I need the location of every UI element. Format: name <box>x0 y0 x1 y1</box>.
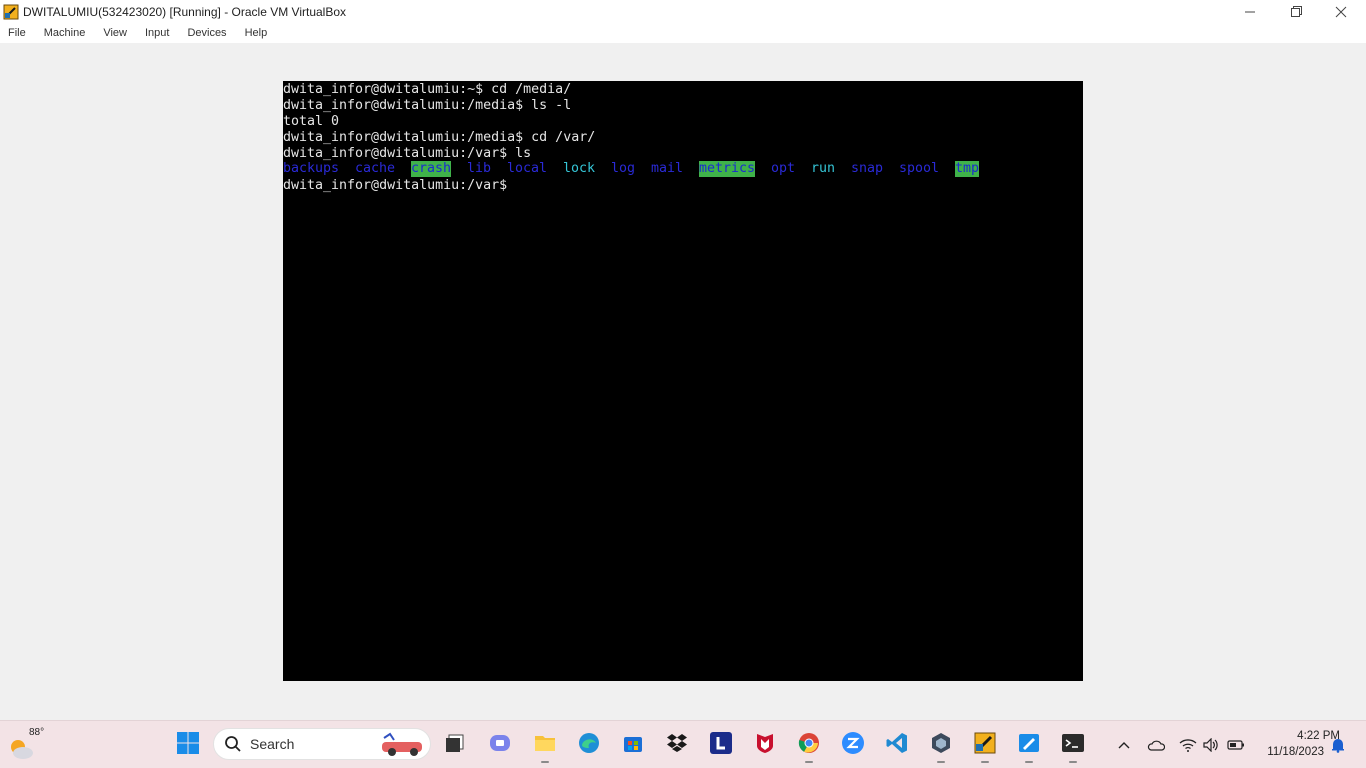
terminal-prompt: dwita_infor@dwitalumiu:/var$ <box>283 178 508 193</box>
ls-entry-mail: mail <box>651 161 684 176</box>
ls-entry-lock: lock <box>563 161 596 176</box>
menu-machine[interactable]: Machine <box>39 23 91 43</box>
menu-file[interactable]: File <box>3 23 31 43</box>
windows-start-icon[interactable] <box>174 729 202 757</box>
teams-chat-icon[interactable] <box>486 729 514 757</box>
dropbox-icon[interactable] <box>663 729 691 757</box>
l-app-icon[interactable] <box>707 729 735 757</box>
taskbar-search-box[interactable]: Search <box>213 728 431 760</box>
vm-display-area: dwita_infor@dwitalumiu:~$ cd /media/ dwi… <box>0 43 1366 719</box>
title-bar: DWITALUMIU(532423020) [Running] - Oracle… <box>0 0 1366 23</box>
ls-entry-local: local <box>507 161 548 176</box>
running-indicator <box>805 761 813 763</box>
virtualbox-vm-icon[interactable] <box>971 729 999 763</box>
vscode-icon[interactable] <box>883 729 911 757</box>
microsoft-store-icon[interactable] <box>619 729 647 757</box>
terminal-line: dwita_infor@dwitalumiu:/var$ ls <box>283 146 532 161</box>
menu-bar: File Machine View Input Devices Help <box>0 23 1366 43</box>
ls-entry-tmp: tmp <box>955 161 980 177</box>
ls-entry-backups: backups <box>283 161 340 176</box>
ls-entry-metrics: metrics <box>699 161 756 177</box>
mcafee-icon[interactable] <box>751 729 779 757</box>
menu-help[interactable]: Help <box>240 23 273 43</box>
notification-bell-icon[interactable] <box>1328 735 1348 755</box>
menu-devices[interactable]: Devices <box>182 23 231 43</box>
ls-entry-opt: opt <box>771 161 796 176</box>
show-hidden-icons-chevron-icon[interactable] <box>1114 735 1134 755</box>
window-title: DWITALUMIU(532423020) [Running] - Oracle… <box>23 4 347 19</box>
running-indicator <box>1069 761 1077 763</box>
running-indicator <box>541 761 549 763</box>
file-explorer-icon[interactable] <box>531 729 559 763</box>
edge-icon[interactable] <box>575 729 603 757</box>
windows-taskbar: 88° Search 4:22 PM 11/18/2023 <box>0 720 1366 768</box>
search-highlight-icon <box>382 732 422 756</box>
running-indicator <box>981 761 989 763</box>
vm-terminal-screen[interactable]: dwita_infor@dwitalumiu:~$ cd /media/ dwi… <box>283 81 1083 681</box>
volume-icon[interactable] <box>1201 735 1221 755</box>
minimize-button[interactable] <box>1227 0 1273 23</box>
terminal-line: dwita_infor@dwitalumiu:/media$ cd /var/ <box>283 130 596 145</box>
menu-input[interactable]: Input <box>140 23 174 43</box>
restore-button[interactable] <box>1273 0 1319 23</box>
ls-entry-run: run <box>811 161 836 176</box>
terminal-line: dwita_infor@dwitalumiu:/media$ ls -l <box>283 98 572 113</box>
ls-entry-log: log <box>611 161 636 176</box>
ls-entry-cache: cache <box>355 161 396 176</box>
paint-icon[interactable] <box>1015 729 1043 763</box>
wifi-icon[interactable] <box>1178 735 1198 755</box>
weather-widget[interactable]: 88° <box>6 727 46 763</box>
chrome-icon[interactable] <box>795 729 823 763</box>
running-indicator <box>1025 761 1033 763</box>
virtualbox-app-icon <box>2 3 20 21</box>
search-icon <box>225 736 241 752</box>
onedrive-cloud-icon[interactable] <box>1146 735 1166 755</box>
running-indicator <box>937 761 945 763</box>
search-placeholder: Search <box>250 736 295 752</box>
terminal-line: total 0 <box>283 114 340 129</box>
zoom-icon[interactable] <box>839 729 867 757</box>
virtualbox-icon[interactable] <box>927 729 955 763</box>
battery-icon[interactable] <box>1226 735 1246 755</box>
menu-view[interactable]: View <box>98 23 132 43</box>
ls-entry-snap: snap <box>851 161 884 176</box>
terminal-line: dwita_infor@dwitalumiu:~$ cd /media/ <box>283 82 572 97</box>
task-view-icon[interactable] <box>441 729 469 757</box>
ls-entry-spool: spool <box>899 161 940 176</box>
close-button[interactable] <box>1318 0 1364 23</box>
weather-temperature: 88° <box>29 727 45 738</box>
ls-entry-crash: crash <box>411 161 452 177</box>
clock-date[interactable]: 11/18/2023 <box>1258 746 1324 758</box>
terminal-icon[interactable] <box>1059 729 1087 763</box>
ls-entry-lib: lib <box>467 161 492 176</box>
